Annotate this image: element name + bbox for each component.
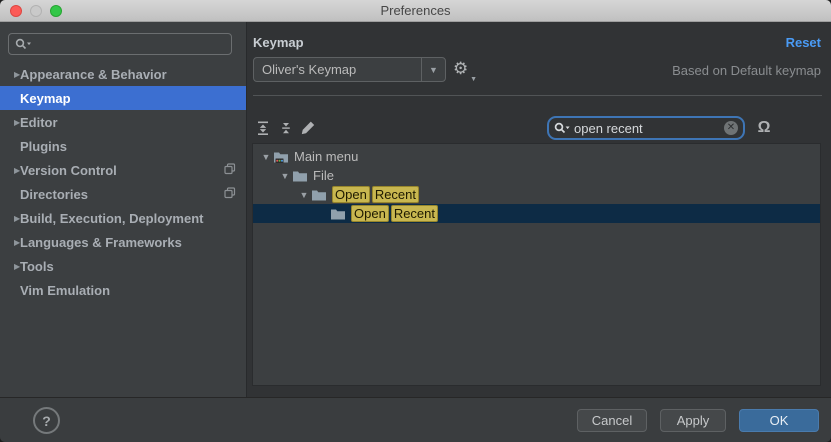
search-icon bbox=[15, 38, 33, 50]
main-menu-icon bbox=[273, 149, 289, 165]
cancel-button[interactable]: Cancel bbox=[577, 409, 647, 432]
settings-category-list: ▶ Appearance & Behavior Keymap ▶ Editor … bbox=[0, 62, 246, 302]
expand-arrow-icon[interactable]: ▶ bbox=[0, 238, 20, 247]
sidebar-item-keymap[interactable]: Keymap bbox=[0, 86, 246, 110]
find-by-shortcut-icon: Ω bbox=[758, 119, 771, 136]
settings-sidebar: ▶ Appearance & Behavior Keymap ▶ Editor … bbox=[0, 22, 247, 397]
sidebar-item-directories[interactable]: Directories bbox=[0, 182, 246, 206]
dialog-footer: ? Cancel Apply OK bbox=[0, 397, 831, 442]
caret-down-icon: ▼ bbox=[470, 76, 477, 83]
preferences-window: Preferences ▶ Appearance & Behavior Keym… bbox=[0, 0, 831, 442]
search-match-highlight: Recent bbox=[391, 205, 438, 222]
sidebar-item-label: Directories bbox=[20, 187, 88, 202]
expand-arrow-icon[interactable]: ▶ bbox=[0, 70, 20, 79]
expand-arrow-icon[interactable]: ▶ bbox=[0, 262, 20, 271]
tree-row-label: Main menu bbox=[294, 149, 358, 164]
expand-all-button[interactable] bbox=[255, 120, 273, 138]
tree-row-label: File bbox=[313, 168, 334, 183]
help-question-icon: ? bbox=[42, 413, 51, 429]
sidebar-item-plugins[interactable]: Plugins bbox=[0, 134, 246, 158]
sidebar-item-label: Plugins bbox=[20, 139, 67, 154]
project-settings-icon bbox=[224, 163, 236, 175]
window-title: Preferences bbox=[0, 3, 831, 18]
keymap-select-value: Oliver's Keymap bbox=[262, 62, 356, 77]
tree-row-main-menu[interactable]: ▼ Main menu bbox=[253, 147, 820, 166]
keymap-select[interactable]: Oliver's Keymap ▼ bbox=[253, 57, 446, 82]
search-icon bbox=[554, 122, 571, 134]
folder-icon bbox=[311, 187, 327, 203]
sidebar-item-editor[interactable]: ▶ Editor bbox=[0, 110, 246, 134]
keymap-settings-panel: Keymap Reset Oliver's Keymap ▼ ⚙ ▼ Based… bbox=[247, 22, 831, 397]
reset-link[interactable]: Reset bbox=[786, 35, 821, 50]
collapse-all-icon bbox=[278, 120, 294, 136]
project-settings-icon bbox=[224, 187, 236, 199]
collapse-all-button[interactable] bbox=[278, 120, 296, 138]
expand-all-icon bbox=[255, 120, 271, 136]
sidebar-item-label: Editor bbox=[20, 115, 58, 130]
search-match-highlight: Recent bbox=[372, 186, 419, 203]
edit-shortcut-button[interactable] bbox=[300, 120, 318, 138]
sidebar-item-label: Version Control bbox=[20, 163, 117, 178]
settings-search-input[interactable] bbox=[8, 33, 232, 55]
expand-arrow-icon[interactable]: ▶ bbox=[0, 118, 20, 127]
collapse-arrow-icon[interactable]: ▼ bbox=[259, 152, 273, 162]
search-match-highlight: Open bbox=[332, 186, 370, 203]
tree-row-file[interactable]: ▼ File bbox=[253, 166, 820, 185]
help-button[interactable]: ? bbox=[33, 407, 60, 434]
folder-icon bbox=[292, 168, 308, 184]
expand-arrow-icon[interactable]: ▶ bbox=[0, 166, 20, 175]
chevron-down-icon: ▼ bbox=[421, 58, 445, 81]
gear-icon: ⚙ bbox=[453, 59, 468, 78]
expand-arrow-icon[interactable]: ▶ bbox=[0, 214, 20, 223]
action-search-input[interactable]: open recent ✕ bbox=[547, 116, 745, 140]
sidebar-item-vim-emulation[interactable]: Vim Emulation bbox=[0, 278, 246, 302]
collapse-arrow-icon[interactable]: ▼ bbox=[278, 171, 292, 181]
folder-icon bbox=[330, 206, 346, 222]
clear-search-icon[interactable]: ✕ bbox=[724, 121, 738, 135]
sidebar-item-label: Appearance & Behavior bbox=[20, 67, 167, 82]
sidebar-item-label: Vim Emulation bbox=[20, 283, 110, 298]
tree-row-open-recent-selected[interactable]: Open Recent bbox=[253, 204, 820, 223]
sidebar-item-label: Keymap bbox=[20, 91, 71, 106]
sidebar-item-tools[interactable]: ▶ Tools bbox=[0, 254, 246, 278]
based-on-label: Based on Default keymap bbox=[672, 63, 821, 78]
ok-button[interactable]: OK bbox=[739, 409, 819, 432]
find-actions-by-shortcut-button[interactable]: Ω bbox=[754, 118, 774, 138]
sidebar-item-appearance-behavior[interactable]: ▶ Appearance & Behavior bbox=[0, 62, 246, 86]
apply-button[interactable]: Apply bbox=[660, 409, 726, 432]
sidebar-item-label: Build, Execution, Deployment bbox=[20, 211, 203, 226]
titlebar: Preferences bbox=[0, 0, 831, 22]
header-separator bbox=[253, 95, 822, 96]
sidebar-item-label: Tools bbox=[20, 259, 54, 274]
page-title: Keymap bbox=[253, 35, 304, 50]
collapse-arrow-icon[interactable]: ▼ bbox=[297, 190, 311, 200]
sidebar-item-languages-frameworks[interactable]: ▶ Languages & Frameworks bbox=[0, 230, 246, 254]
sidebar-item-version-control[interactable]: ▶ Version Control bbox=[0, 158, 246, 182]
keymap-action-tree: ▼ Main menu ▼ bbox=[252, 143, 821, 386]
sidebar-item-build-execution-deployment[interactable]: ▶ Build, Execution, Deployment bbox=[0, 206, 246, 230]
tree-row-open-recent-group[interactable]: ▼ Open Recent bbox=[253, 185, 820, 204]
search-query-text: open recent bbox=[574, 121, 643, 136]
pencil-icon bbox=[300, 120, 316, 136]
sidebar-item-label: Languages & Frameworks bbox=[20, 235, 182, 250]
search-match-highlight: Open bbox=[351, 205, 389, 222]
keymap-options-button[interactable]: ⚙ ▼ bbox=[453, 59, 477, 81]
